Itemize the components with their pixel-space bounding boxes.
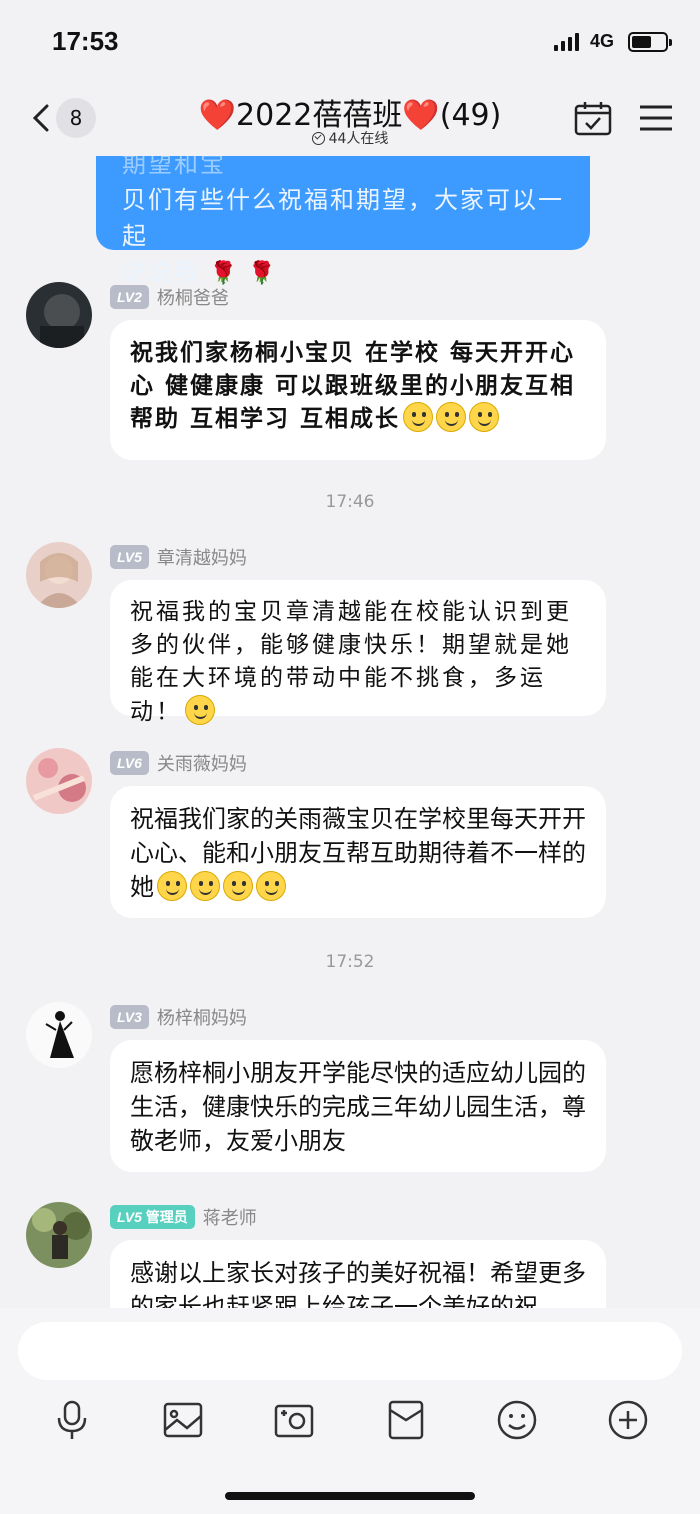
role-text: 管理员 [145, 1209, 188, 1225]
camera-icon[interactable] [272, 1398, 316, 1442]
message-bubble[interactable]: 感谢以上家长对孩子的美好祝福！希望更多的家长也赶紧跟上给孩子一个美好的祝 [110, 1240, 606, 1308]
sender-meta: LV3 杨梓桐妈妈 [110, 1004, 247, 1030]
online-check-icon [311, 132, 325, 145]
avatar[interactable] [26, 1202, 92, 1268]
admin-level-badge: LV5 管理员 [110, 1205, 195, 1229]
sender-name[interactable]: 蒋老师 [203, 1204, 257, 1230]
red-packet-icon[interactable] [384, 1398, 428, 1442]
calendar-check-icon[interactable] [574, 100, 612, 136]
sender-name[interactable]: 杨桐爸爸 [157, 284, 229, 310]
own-message-line: 说说哦 [122, 258, 200, 286]
chat-header: 8 ❤️2022蓓蓓班❤️(49) 44人在线 [0, 80, 700, 156]
level-badge: LV3 [110, 1005, 149, 1029]
chevron-left-icon [32, 104, 49, 132]
level-badge: LV5 [110, 545, 149, 569]
image-icon[interactable] [161, 1398, 205, 1442]
emoji-icon[interactable] [495, 1398, 539, 1442]
rose-emoji: 🌹 🌹 [209, 261, 278, 286]
message-text: 祝我们家杨桐小宝贝 在学校 每天开开心心 健健康康 可以跟班级里的小朋友互相帮助… [130, 339, 576, 432]
online-status: 44人在线 [250, 128, 450, 148]
smile-emoji-icon [190, 871, 220, 901]
avatar[interactable] [26, 1002, 92, 1068]
sender-meta: LV5 章清越妈妈 [110, 544, 247, 570]
status-time: 17:53 [52, 26, 119, 56]
microphone-icon[interactable] [50, 1398, 94, 1442]
heart-emoji: ❤️ [198, 98, 237, 133]
home-indicator[interactable] [225, 1492, 475, 1500]
message-timestamp: 17:46 [325, 492, 375, 512]
smile-emoji-icon [157, 871, 187, 901]
message-list[interactable]: ②各位家长对孩子和我们老师，有什么期望和宝 贝们有些什么祝福和期望，大家可以一起… [0, 156, 700, 1308]
plus-icon[interactable] [606, 1398, 650, 1442]
message-bubble[interactable]: 祝我们家杨桐小宝贝 在学校 每天开开心心 健健康康 可以跟班级里的小朋友互相帮助… [110, 320, 606, 460]
sender-meta: LV6 关雨薇妈妈 [110, 750, 247, 776]
message-text: 感谢以上家长对孩子的美好祝福！希望更多的家长也赶紧跟上给孩子一个美好的祝 [130, 1259, 586, 1308]
own-message-line: 贝们有些什么祝福和期望，大家可以一起 [122, 186, 564, 250]
message-bubble[interactable]: 祝福我的宝贝章清越能在校能认识到更多的伙伴，能够健康快乐！期望就是她能在大环境的… [110, 580, 606, 725]
unread-count-badge: 8 [56, 98, 96, 138]
sender-name[interactable]: 章清越妈妈 [157, 544, 247, 570]
smile-emoji-icon [403, 402, 434, 432]
sender-meta: LV5 管理员 蒋老师 [110, 1204, 257, 1230]
online-count: 44人在线 [328, 131, 389, 147]
own-message-partial-line: ②各位家长对孩子和我们老师，有什么期望和宝 [122, 156, 226, 178]
network-label: 4G [590, 31, 615, 51]
smile-emoji-icon [469, 402, 500, 432]
sender-name[interactable]: 关雨薇妈妈 [157, 750, 247, 776]
happy-emoji-icon [185, 695, 215, 725]
back-button[interactable]: 8 [28, 96, 108, 140]
message-input[interactable] [18, 1322, 682, 1380]
message-timestamp: 17:52 [325, 952, 375, 972]
battery-icon [628, 32, 672, 52]
message-bubble[interactable]: 祝福我们家的关雨薇宝贝在学校里每天开开心心、能和小朋友互帮互助期待着不一样的她 [110, 786, 606, 918]
level-text: LV5 [117, 1209, 142, 1225]
own-message-bubble[interactable]: ②各位家长对孩子和我们老师，有什么期望和宝 贝们有些什么祝福和期望，大家可以一起… [96, 156, 590, 286]
input-panel [0, 1308, 700, 1514]
level-badge: LV2 [110, 285, 149, 309]
sender-name[interactable]: 杨梓桐妈妈 [157, 1004, 247, 1030]
avatar[interactable] [26, 542, 92, 608]
avatar[interactable] [26, 282, 92, 348]
avatar[interactable] [26, 748, 92, 814]
sender-meta: LV2 杨桐爸爸 [110, 284, 229, 310]
smile-emoji-icon [436, 402, 467, 432]
message-text: 愿杨梓桐小朋友开学能尽快的适应幼儿园的生活，健康快乐的完成三年幼儿园生活，尊敬老… [130, 1059, 586, 1155]
signal-icon [554, 33, 579, 51]
message-bubble[interactable]: 愿杨梓桐小朋友开学能尽快的适应幼儿园的生活，健康快乐的完成三年幼儿园生活，尊敬老… [110, 1040, 606, 1172]
status-bar: 17:53 4G [0, 0, 700, 80]
level-badge: LV6 [110, 751, 149, 775]
menu-icon[interactable] [638, 104, 674, 132]
smile-emoji-icon [256, 871, 286, 901]
smile-emoji-icon [223, 871, 253, 901]
